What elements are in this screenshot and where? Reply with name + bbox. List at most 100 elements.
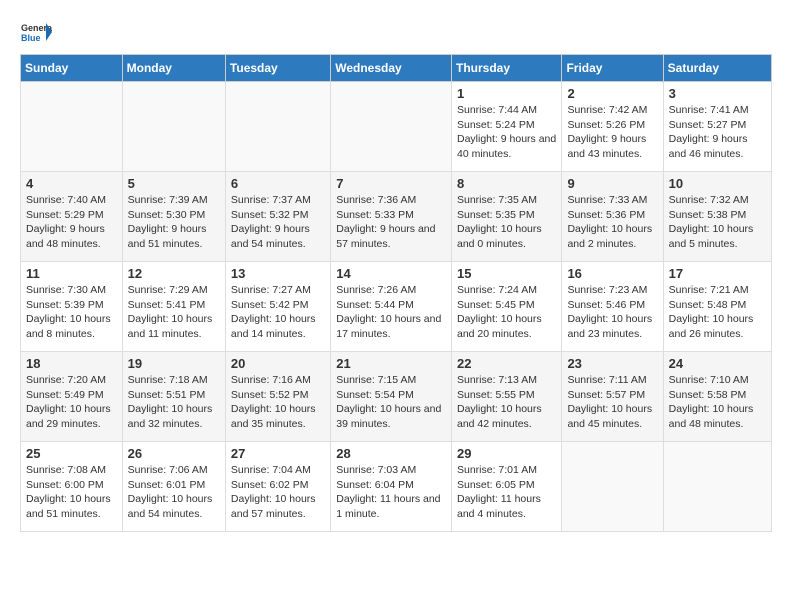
weekday-header-row: SundayMondayTuesdayWednesdayThursdayFrid… <box>21 55 772 82</box>
week-row-5: 25 Sunrise: 7:08 AM Sunset: 6:00 PM Dayli… <box>21 442 772 532</box>
calendar-cell: 6 Sunrise: 7:37 AM Sunset: 5:32 PM Daylig… <box>225 172 330 262</box>
day-number: 6 <box>231 176 325 191</box>
calendar-cell: 22Sunrise: 7:13 AM Sunset: 5:55 PM Dayli… <box>451 352 561 442</box>
day-number: 1 <box>457 86 556 101</box>
day-info: Sunrise: 7:27 AM Sunset: 5:42 PM Dayligh… <box>231 283 325 342</box>
calendar-cell: 20 Sunrise: 7:16 AM Sunset: 5:52 PM Dayli… <box>225 352 330 442</box>
day-info: Sunrise: 7:03 AM Sunset: 6:04 PM Dayligh… <box>336 463 446 522</box>
day-number: 11 <box>26 266 117 281</box>
calendar-cell: 21 Sunrise: 7:15 AM Sunset: 5:54 PM Dayli… <box>331 352 452 442</box>
day-number: 13 <box>231 266 325 281</box>
header: General Blue <box>20 20 772 44</box>
day-info: Sunrise: 7:04 AM Sunset: 6:02 PM Dayligh… <box>231 463 325 522</box>
calendar-cell: 29Sunrise: 7:01 AM Sunset: 6:05 PM Dayli… <box>451 442 561 532</box>
day-number: 15 <box>457 266 556 281</box>
day-info: Sunrise: 7:32 AM Sunset: 5:38 PM Dayligh… <box>669 193 766 252</box>
day-info: Sunrise: 7:29 AM Sunset: 5:41 PM Dayligh… <box>128 283 220 342</box>
day-number: 27 <box>231 446 325 461</box>
day-number: 17 <box>669 266 766 281</box>
day-info: Sunrise: 7:37 AM Sunset: 5:32 PM Dayligh… <box>231 193 325 252</box>
day-info: Sunrise: 7:15 AM Sunset: 5:54 PM Dayligh… <box>336 373 446 432</box>
day-info: Sunrise: 7:30 AM Sunset: 5:39 PM Dayligh… <box>26 283 117 342</box>
weekday-header-wednesday: Wednesday <box>331 55 452 82</box>
day-number: 20 <box>231 356 325 371</box>
day-number: 12 <box>128 266 220 281</box>
day-number: 24 <box>669 356 766 371</box>
calendar-cell: 23 Sunrise: 7:11 AM Sunset: 5:57 PM Dayli… <box>562 352 663 442</box>
day-info: Sunrise: 7:24 AM Sunset: 5:45 PM Dayligh… <box>457 283 556 342</box>
calendar-cell: 2 Sunrise: 7:42 AM Sunset: 5:26 PM Daylig… <box>562 82 663 172</box>
day-info: Sunrise: 7:35 AM Sunset: 5:35 PM Dayligh… <box>457 193 556 252</box>
week-row-3: 11 Sunrise: 7:30 AM Sunset: 5:39 PM Dayli… <box>21 262 772 352</box>
day-info: Sunrise: 7:20 AM Sunset: 5:49 PM Dayligh… <box>26 373 117 432</box>
day-number: 18 <box>26 356 117 371</box>
day-info: Sunrise: 7:41 AM Sunset: 5:27 PM Dayligh… <box>669 103 766 162</box>
day-number: 7 <box>336 176 446 191</box>
calendar-cell: 26Sunrise: 7:06 AM Sunset: 6:01 PM Dayli… <box>122 442 225 532</box>
weekday-header-saturday: Saturday <box>663 55 771 82</box>
calendar-cell <box>331 82 452 172</box>
calendar-cell <box>21 82 123 172</box>
calendar-cell: 8 Sunrise: 7:35 AM Sunset: 5:35 PM Daylig… <box>451 172 561 262</box>
calendar-cell: 11 Sunrise: 7:30 AM Sunset: 5:39 PM Dayli… <box>21 262 123 352</box>
weekday-header-monday: Monday <box>122 55 225 82</box>
day-info: Sunrise: 7:36 AM Sunset: 5:33 PM Dayligh… <box>336 193 446 252</box>
calendar-cell: 27 Sunrise: 7:04 AM Sunset: 6:02 PM Dayli… <box>225 442 330 532</box>
day-number: 4 <box>26 176 117 191</box>
calendar-cell: 13 Sunrise: 7:27 AM Sunset: 5:42 PM Dayli… <box>225 262 330 352</box>
calendar-cell: 19 Sunrise: 7:18 AM Sunset: 5:51 PM Dayli… <box>122 352 225 442</box>
calendar-cell: 14 Sunrise: 7:26 AM Sunset: 5:44 PM Dayli… <box>331 262 452 352</box>
day-number: 19 <box>128 356 220 371</box>
calendar-cell <box>225 82 330 172</box>
day-info: Sunrise: 7:21 AM Sunset: 5:48 PM Dayligh… <box>669 283 766 342</box>
day-number: 28 <box>336 446 446 461</box>
week-row-4: 18 Sunrise: 7:20 AM Sunset: 5:49 PM Dayli… <box>21 352 772 442</box>
day-info: Sunrise: 7:13 AM Sunset: 5:55 PM Dayligh… <box>457 373 556 432</box>
calendar-cell: 18 Sunrise: 7:20 AM Sunset: 5:49 PM Dayli… <box>21 352 123 442</box>
day-number: 25 <box>26 446 117 461</box>
calendar-cell: 3 Sunrise: 7:41 AM Sunset: 5:27 PM Daylig… <box>663 82 771 172</box>
day-number: 16 <box>567 266 657 281</box>
calendar-cell <box>562 442 663 532</box>
day-info: Sunrise: 7:16 AM Sunset: 5:52 PM Dayligh… <box>231 373 325 432</box>
calendar-cell: 25 Sunrise: 7:08 AM Sunset: 6:00 PM Dayli… <box>21 442 123 532</box>
day-number: 3 <box>669 86 766 101</box>
calendar-table: SundayMondayTuesdayWednesdayThursdayFrid… <box>20 54 772 532</box>
calendar-cell: 17 Sunrise: 7:21 AM Sunset: 5:48 PM Dayli… <box>663 262 771 352</box>
weekday-header-tuesday: Tuesday <box>225 55 330 82</box>
day-number: 21 <box>336 356 446 371</box>
day-number: 23 <box>567 356 657 371</box>
day-info: Sunrise: 7:44 AM Sunset: 5:24 PM Dayligh… <box>457 103 556 162</box>
day-info: Sunrise: 7:23 AM Sunset: 5:46 PM Dayligh… <box>567 283 657 342</box>
calendar-cell: 4 Sunrise: 7:40 AM Sunset: 5:29 PM Daylig… <box>21 172 123 262</box>
week-row-1: 1 Sunrise: 7:44 AM Sunset: 5:24 PM Daylig… <box>21 82 772 172</box>
calendar-cell: 24Sunrise: 7:10 AM Sunset: 5:58 PM Dayli… <box>663 352 771 442</box>
calendar-cell <box>122 82 225 172</box>
day-info: Sunrise: 7:01 AM Sunset: 6:05 PM Dayligh… <box>457 463 556 522</box>
day-number: 5 <box>128 176 220 191</box>
day-number: 14 <box>336 266 446 281</box>
calendar-cell: 12 Sunrise: 7:29 AM Sunset: 5:41 PM Dayli… <box>122 262 225 352</box>
calendar-cell <box>663 442 771 532</box>
day-number: 8 <box>457 176 556 191</box>
day-info: Sunrise: 7:42 AM Sunset: 5:26 PM Dayligh… <box>567 103 657 162</box>
day-info: Sunrise: 7:18 AM Sunset: 5:51 PM Dayligh… <box>128 373 220 432</box>
day-number: 2 <box>567 86 657 101</box>
day-info: Sunrise: 7:06 AM Sunset: 6:01 PM Dayligh… <box>128 463 220 522</box>
calendar-cell: 28 Sunrise: 7:03 AM Sunset: 6:04 PM Dayli… <box>331 442 452 532</box>
day-info: Sunrise: 7:26 AM Sunset: 5:44 PM Dayligh… <box>336 283 446 342</box>
day-info: Sunrise: 7:40 AM Sunset: 5:29 PM Dayligh… <box>26 193 117 252</box>
day-number: 10 <box>669 176 766 191</box>
calendar-cell: 7 Sunrise: 7:36 AM Sunset: 5:33 PM Daylig… <box>331 172 452 262</box>
calendar-cell: 15 Sunrise: 7:24 AM Sunset: 5:45 PM Dayli… <box>451 262 561 352</box>
day-info: Sunrise: 7:11 AM Sunset: 5:57 PM Dayligh… <box>567 373 657 432</box>
day-info: Sunrise: 7:08 AM Sunset: 6:00 PM Dayligh… <box>26 463 117 522</box>
calendar-cell: 16 Sunrise: 7:23 AM Sunset: 5:46 PM Dayli… <box>562 262 663 352</box>
logo: General Blue <box>20 20 52 44</box>
week-row-2: 4 Sunrise: 7:40 AM Sunset: 5:29 PM Daylig… <box>21 172 772 262</box>
svg-text:Blue: Blue <box>21 33 41 43</box>
day-info: Sunrise: 7:39 AM Sunset: 5:30 PM Dayligh… <box>128 193 220 252</box>
logo-svg-icon: General Blue <box>20 20 52 44</box>
calendar-cell: 9Sunrise: 7:33 AM Sunset: 5:36 PM Daylig… <box>562 172 663 262</box>
day-info: Sunrise: 7:33 AM Sunset: 5:36 PM Dayligh… <box>567 193 657 252</box>
